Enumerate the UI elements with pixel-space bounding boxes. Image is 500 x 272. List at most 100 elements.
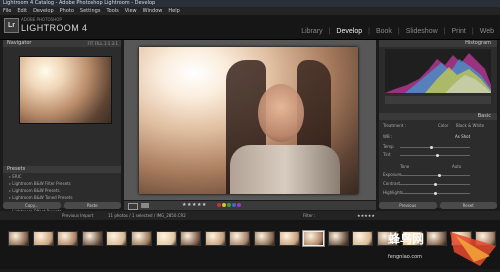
tint-slider[interactable] [400, 154, 470, 157]
menu-bar: File Edit Develop Photo Settings Tools V… [0, 7, 500, 15]
exposure-label: Exposure [383, 172, 402, 177]
presets-title: Presets [7, 166, 26, 172]
color-label-red[interactable] [217, 203, 221, 207]
menu-develop[interactable]: Develop [33, 7, 54, 15]
module-separator: | [368, 28, 370, 35]
slider-knob[interactable] [430, 146, 433, 149]
previous-import-source[interactable]: Previous Import [62, 211, 93, 220]
slider-knob[interactable] [434, 192, 437, 195]
filmstrip-thumbnail[interactable] [57, 231, 79, 246]
brand-subtitle: ADOBE PHOTOSHOP [21, 17, 62, 22]
slider-knob[interactable] [436, 154, 439, 157]
menu-photo[interactable]: Photo [60, 7, 74, 15]
window-title-bar: Lightroom 4 Catalog - Adobe Photoshop Li… [0, 0, 500, 7]
color-label-purple[interactable] [237, 203, 241, 207]
left-panel: Navigator FIT FILL 1:1 3:1 Presets ERIC … [3, 40, 121, 221]
filmstrip-thumbnail[interactable] [106, 231, 128, 246]
preset-folder[interactable]: Lightroom B&W Presets [3, 187, 121, 194]
treatment-bw[interactable]: Black & White [456, 123, 484, 128]
filter-label: Filter : [303, 213, 316, 218]
menu-tools[interactable]: Tools [106, 7, 118, 15]
filmstrip-thumbnail[interactable] [180, 231, 202, 246]
tone-label: Tone [400, 164, 410, 169]
photo-detail [258, 84, 304, 142]
presets-header[interactable]: Presets [3, 166, 121, 173]
navigator-header[interactable]: Navigator FIT FILL 1:1 3:1 [3, 40, 121, 47]
watermark-text: 蜂鸟网 [388, 232, 425, 246]
filmstrip-thumbnail[interactable] [131, 231, 152, 246]
filmstrip-thumbnail[interactable] [81, 231, 103, 246]
histogram-graph [385, 53, 491, 93]
module-slideshow[interactable]: Slideshow [406, 28, 438, 35]
contrast-label: Contrast [383, 181, 401, 186]
rating-stars[interactable]: ★★★★★ [182, 201, 207, 210]
navigator-zoom-modes[interactable]: FIT FILL 1:1 3:1 [87, 40, 118, 47]
paste-button[interactable]: Paste [63, 202, 121, 209]
filmstrip-thumbnail[interactable] [204, 231, 226, 246]
site-watermark: 蜂鸟网 fengniao.com [384, 226, 500, 268]
histogram-header[interactable]: Histogram [379, 40, 497, 47]
preset-folder[interactable]: Lightroom B&W Filter Presets [3, 180, 121, 187]
filmstrip-info: 11 photos / 1 selected / IMG_2850.CR2 [108, 213, 186, 218]
module-separator: | [443, 28, 446, 35]
filmstrip-thumbnail[interactable] [229, 231, 251, 246]
wb-select[interactable]: As Shot [455, 134, 470, 139]
reset-button[interactable]: Reset [439, 202, 497, 209]
navigator-title: Navigator [7, 40, 32, 46]
module-print[interactable]: Print [451, 28, 465, 35]
menu-settings[interactable]: Settings [80, 7, 101, 15]
slider-knob[interactable] [434, 183, 437, 186]
exposure-slider[interactable] [400, 174, 470, 177]
highlights-slider[interactable] [400, 192, 470, 195]
module-separator: | [397, 28, 400, 35]
module-separator: | [328, 28, 331, 35]
before-after-view-icon[interactable] [141, 203, 149, 208]
color-label-yellow[interactable] [222, 203, 226, 207]
preset-folder[interactable]: Lightroom B&W Toned Presets [3, 194, 121, 201]
menu-help[interactable]: Help [168, 7, 179, 15]
treatment-color[interactable]: Color [438, 123, 448, 128]
module-separator: | [471, 28, 474, 35]
color-label-blue[interactable] [232, 203, 236, 207]
temp-slider[interactable] [400, 146, 470, 149]
filmstrip-thumbnail[interactable] [8, 231, 29, 246]
filter-stars[interactable]: ★★★★★ [357, 211, 375, 220]
color-label-green[interactable] [227, 203, 231, 207]
slider-knob[interactable] [438, 174, 441, 177]
histogram-title: Histogram [465, 40, 491, 46]
left-panel-buttons: Copy... Paste [3, 202, 121, 210]
contrast-slider[interactable] [400, 183, 470, 186]
menu-edit[interactable]: Edit [17, 7, 27, 15]
tone-auto-button[interactable]: Auto [452, 164, 461, 169]
menu-window[interactable]: Window [143, 7, 163, 15]
filmstrip-thumbnail[interactable] [254, 231, 275, 246]
menu-view[interactable]: View [125, 7, 137, 15]
module-develop[interactable]: Develop [336, 28, 362, 35]
module-library[interactable]: Library [301, 28, 322, 35]
treatment-label: Treatment : [383, 123, 406, 128]
filmstrip-thumbnail[interactable] [32, 231, 54, 246]
histogram-info-bar [385, 96, 491, 104]
lightroom-logo: Lr [4, 18, 19, 33]
loupe-view-icon[interactable] [128, 203, 138, 210]
filmstrip-thumbnail[interactable] [278, 231, 300, 246]
histogram [385, 49, 491, 93]
filmstrip-thumbnail[interactable] [327, 231, 349, 246]
watermark-url: fengniao.com [388, 254, 423, 260]
filmstrip-thumbnail[interactable] [352, 231, 374, 246]
filmstrip-header: Previous Import 11 photos / 1 selected /… [0, 211, 500, 220]
color-labels [217, 203, 242, 207]
navigator-preview[interactable] [19, 56, 112, 124]
preset-folder[interactable]: ERIC [3, 173, 121, 180]
module-web[interactable]: Web [480, 28, 494, 35]
menu-file[interactable]: File [3, 7, 11, 15]
module-picker: Library | Develop | Book | Slideshow | Print… [301, 28, 494, 35]
basic-header[interactable]: Basic [379, 113, 497, 120]
basic-title: Basic [477, 113, 491, 119]
right-panel-buttons: Previous Reset [379, 202, 497, 210]
filmstrip-thumbnail[interactable] [155, 231, 177, 246]
copy-button[interactable]: Copy... [3, 202, 61, 209]
previous-button[interactable]: Previous [379, 202, 437, 209]
module-book[interactable]: Book [376, 28, 392, 35]
filmstrip-thumbnail[interactable] [302, 230, 326, 247]
